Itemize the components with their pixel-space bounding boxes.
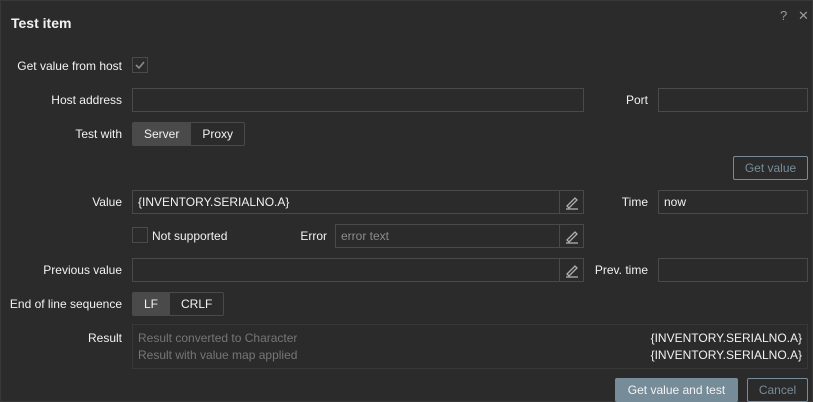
close-icon[interactable]: ✕ — [798, 8, 809, 24]
test-with-server-option[interactable]: Server — [133, 123, 191, 145]
error-label: Error — [300, 229, 327, 243]
value-edit-button[interactable] — [559, 191, 583, 213]
result-row-value: {INVENTORY.SERIALNO.A} — [650, 348, 802, 362]
port-label: Port — [625, 93, 648, 107]
host-address-input[interactable] — [132, 88, 584, 112]
error-input[interactable]: error text — [335, 224, 584, 248]
test-with-segmented: Server Proxy — [132, 122, 246, 146]
result-row-label: Result with value map applied — [138, 348, 298, 362]
prev-time-label: Prev. time — [594, 263, 648, 277]
result-row: Result converted to Character {INVENTORY… — [138, 330, 802, 346]
pencil-icon — [565, 231, 578, 244]
dialog-title: Test item — [11, 15, 72, 31]
test-with-label: Test with — [75, 127, 122, 141]
prev-time-input[interactable] — [658, 258, 808, 282]
result-label: Result — [87, 331, 122, 345]
result-row: Result with value map applied {INVENTORY… — [138, 347, 802, 363]
previous-value-input[interactable] — [132, 258, 584, 282]
test-item-dialog: Test item ? ✕ Get value from host Host a… — [0, 0, 813, 402]
check-icon — [135, 61, 145, 70]
eol-segmented: LF CRLF — [132, 292, 225, 316]
help-icon[interactable]: ? — [780, 8, 787, 23]
error-placeholder: error text — [341, 229, 390, 243]
get-value-and-test-button[interactable]: Get value and test — [615, 378, 738, 402]
previous-value-label: Previous value — [43, 263, 122, 277]
not-supported-checkbox[interactable] — [132, 227, 148, 243]
get-value-from-host-checkbox[interactable] — [132, 57, 148, 73]
eol-label: End of line sequence — [9, 297, 122, 311]
result-box: Result converted to Character {INVENTORY… — [132, 324, 808, 369]
result-row-value: {INVENTORY.SERIALNO.A} — [650, 331, 802, 345]
test-with-proxy-option[interactable]: Proxy — [190, 123, 245, 145]
value-input[interactable]: {INVENTORY.SERIALNO.A} — [132, 190, 584, 214]
cancel-button[interactable]: Cancel — [747, 378, 808, 402]
pencil-icon — [565, 265, 578, 278]
value-text: {INVENTORY.SERIALNO.A} — [138, 195, 290, 209]
get-value-from-host-label: Get value from host — [17, 59, 122, 73]
host-address-label: Host address — [51, 93, 122, 107]
pencil-icon — [565, 197, 578, 210]
not-supported-label: Not supported — [152, 229, 228, 243]
get-value-button[interactable]: Get value — [733, 156, 808, 180]
eol-crlf-option[interactable]: CRLF — [169, 293, 224, 315]
result-row-label: Result converted to Character — [138, 331, 298, 345]
time-input[interactable]: now — [658, 190, 808, 214]
time-label: Time — [621, 195, 648, 209]
port-input[interactable] — [658, 88, 808, 112]
eol-lf-option[interactable]: LF — [133, 293, 170, 315]
previous-value-edit-button[interactable] — [559, 259, 583, 281]
error-edit-button[interactable] — [559, 225, 583, 247]
value-label: Value — [92, 195, 122, 209]
